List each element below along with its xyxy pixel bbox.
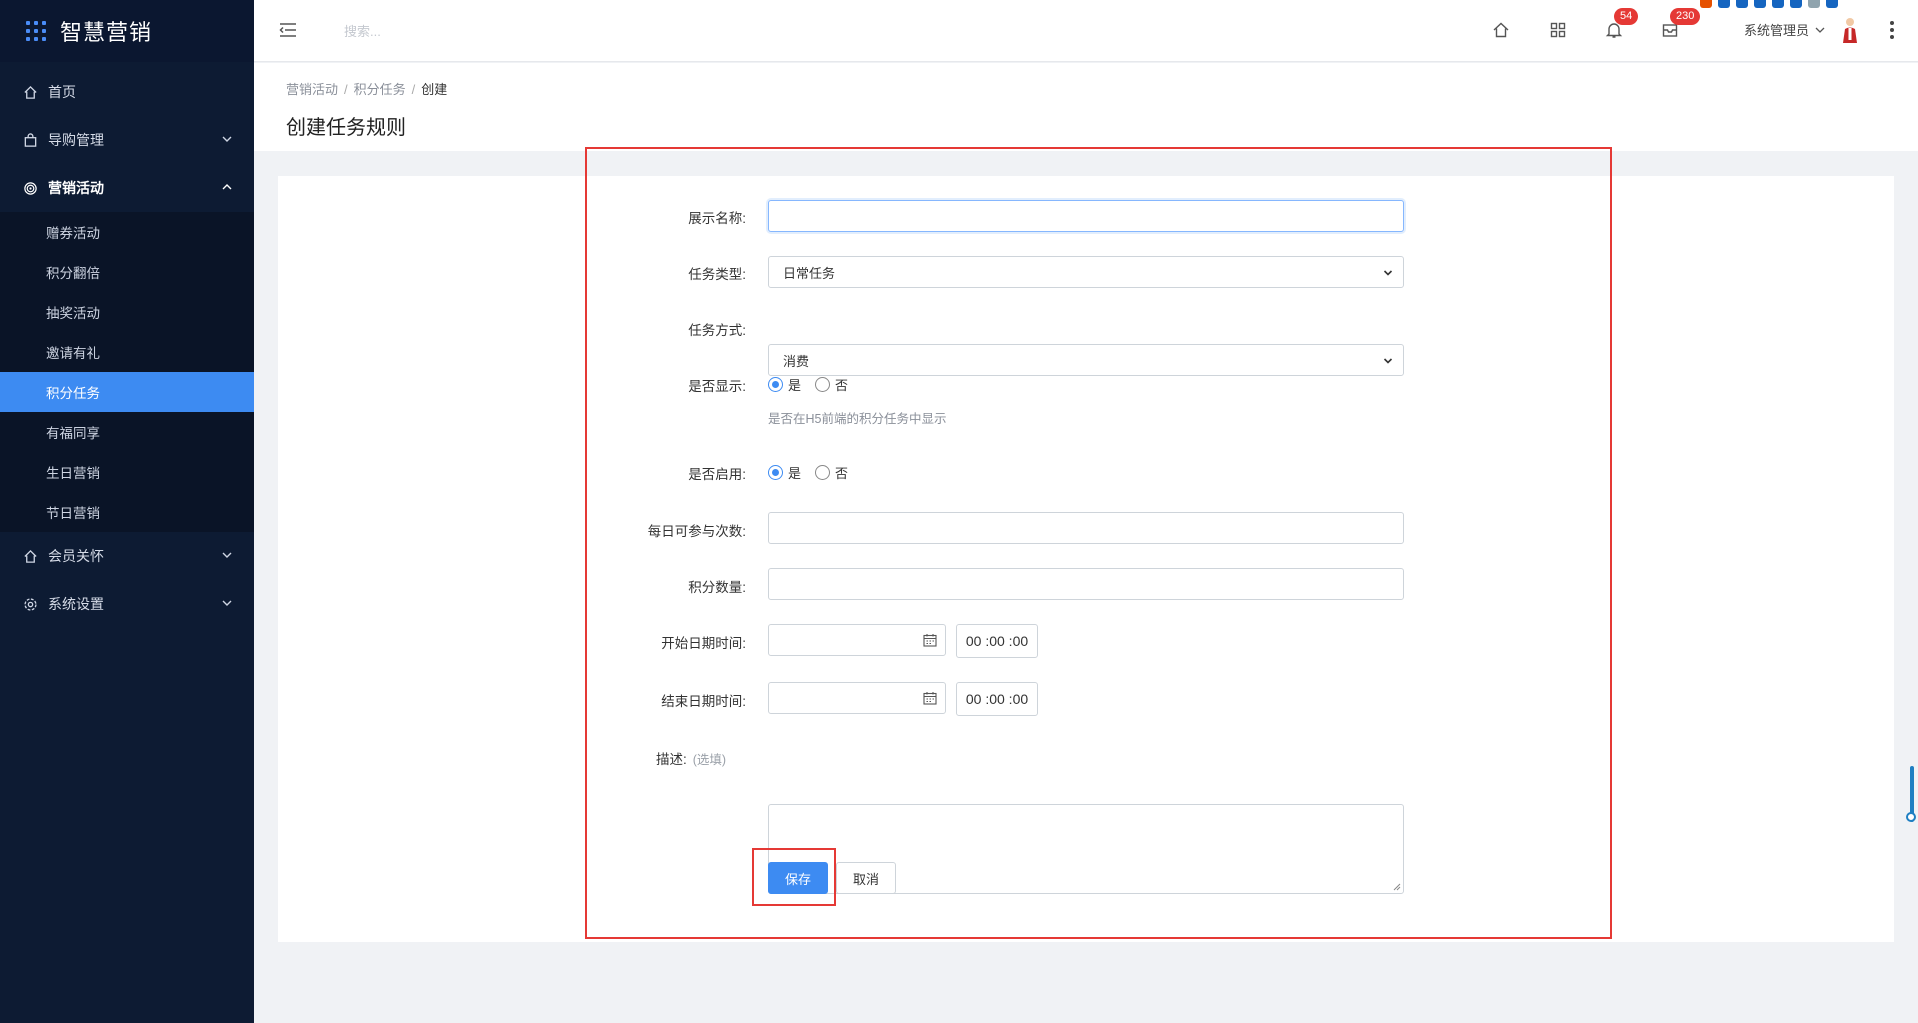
chevron-down-icon <box>222 552 232 558</box>
sidebar-subitem-double-points[interactable]: 积分翻倍 <box>0 252 254 292</box>
search-input[interactable] <box>344 18 604 44</box>
sidebar-subitem-share[interactable]: 有福同享 <box>0 412 254 452</box>
brand-title: 智慧营销 <box>60 20 153 45</box>
save-button-highlight <box>752 848 836 906</box>
scrollbar-handle[interactable] <box>1906 812 1916 822</box>
sidebar-item-home[interactable]: 首页 <box>0 68 254 116</box>
topbar: 54 230 系统管理员 <box>254 0 1918 62</box>
tray-icon[interactable] <box>1718 0 1730 8</box>
tray-icon[interactable] <box>1736 0 1748 8</box>
tray-icon[interactable] <box>1808 0 1820 8</box>
page-header: 营销活动 / 积分任务 / 创建 创建任务规则 <box>254 63 1918 151</box>
more-vertical-icon[interactable] <box>1889 18 1895 42</box>
sidebar-item-label: 首页 <box>48 84 76 100</box>
notification-badge: 54 <box>1614 8 1639 25</box>
sidebar-subitem-holiday[interactable]: 节日营销 <box>0 492 254 532</box>
home-icon <box>22 548 38 564</box>
user-name: 系统管理员 <box>1744 23 1810 38</box>
form-highlight-box <box>585 147 1612 939</box>
sidebar-item-label: 营销活动 <box>48 180 104 196</box>
brand: 智慧营销 <box>0 0 254 62</box>
tray-icon[interactable] <box>1790 0 1802 8</box>
avatar[interactable] <box>1839 16 1861 44</box>
chevron-down-icon <box>222 136 232 142</box>
chevron-down-icon <box>222 600 232 606</box>
breadcrumb-current: 创建 <box>421 82 448 97</box>
home-icon[interactable] <box>1491 20 1511 40</box>
messages-badge: 230 <box>1670 8 1701 25</box>
sidebar-item-label: 导购管理 <box>48 132 104 148</box>
sidebar-subitem-birthday[interactable]: 生日营销 <box>0 452 254 492</box>
breadcrumb-points-task[interactable]: 积分任务 <box>354 82 406 97</box>
sidebar-item-guide[interactable]: 导购管理 <box>0 116 254 164</box>
chevron-up-icon <box>222 184 232 190</box>
chevron-down-icon <box>1815 27 1825 33</box>
marketing-submenu: 赠券活动 积分翻倍 抽奖活动 邀请有礼 积分任务 有福同享 生日营销 节日营销 <box>0 212 254 532</box>
sidebar-subitem-invite[interactable]: 邀请有礼 <box>0 332 254 372</box>
sidebar: 智慧营销 首页 导购管理 营销活动 赠券活动 积分翻倍 抽奖活动 邀请有礼 积分… <box>0 0 254 1023</box>
tray-icon[interactable] <box>1772 0 1784 8</box>
sidebar-item-label: 系统设置 <box>48 596 104 612</box>
sidebar-item-settings[interactable]: 系统设置 <box>0 580 254 628</box>
sidebar-item-member-care[interactable]: 会员关怀 <box>0 532 254 580</box>
breadcrumb: 营销活动 / 积分任务 / 创建 <box>286 82 448 97</box>
sidebar-subitem-coupon[interactable]: 赠券活动 <box>0 212 254 252</box>
apps-icon[interactable] <box>1548 20 1568 40</box>
menu-toggle-icon[interactable] <box>278 20 298 40</box>
notification-button[interactable]: 54 <box>1604 8 1639 40</box>
tray-icon[interactable] <box>1826 0 1838 8</box>
sidebar-item-marketing[interactable]: 营销活动 <box>0 164 254 212</box>
system-tray <box>1700 0 1838 10</box>
page-title: 创建任务规则 <box>286 117 406 139</box>
breadcrumb-marketing[interactable]: 营销活动 <box>286 82 338 97</box>
sidebar-item-label: 会员关怀 <box>48 548 104 564</box>
sidebar-subitem-points-task[interactable]: 积分任务 <box>0 372 254 412</box>
sidebar-subitem-lottery[interactable]: 抽奖活动 <box>0 292 254 332</box>
home-icon <box>22 84 38 100</box>
tray-icon[interactable] <box>1700 0 1712 8</box>
target-icon <box>22 180 38 196</box>
tray-icon[interactable] <box>1754 0 1766 8</box>
gear-icon <box>22 596 38 612</box>
messages-button[interactable]: 230 <box>1660 8 1701 40</box>
bag-icon <box>22 132 38 148</box>
apps-grid-icon[interactable] <box>26 21 46 41</box>
user-menu[interactable]: 系统管理员 <box>1744 20 1825 39</box>
